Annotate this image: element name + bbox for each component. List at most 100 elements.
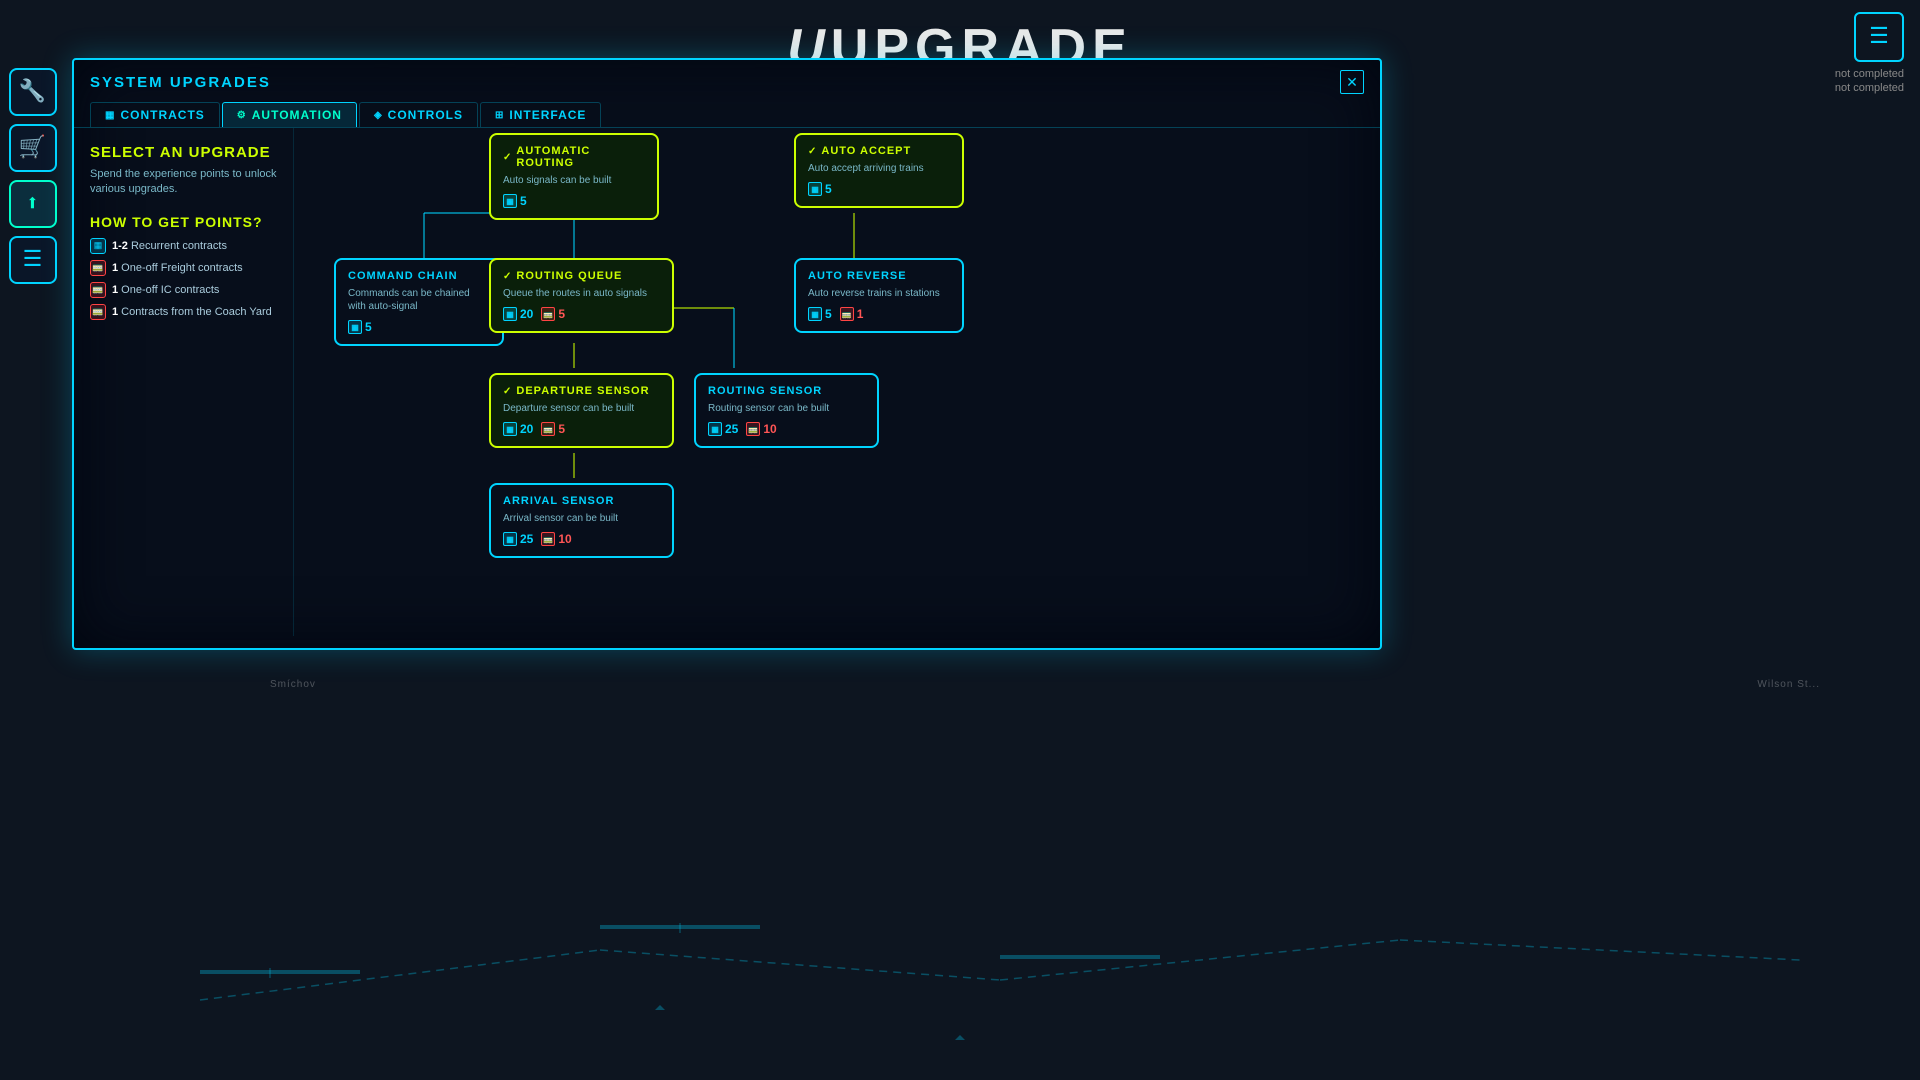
dialog-body: Select an Upgrade Spend the experience p…: [74, 128, 1380, 636]
cost-icon-aa: ▦: [808, 182, 822, 196]
cost-cyan-rq: ▦ 20: [503, 307, 533, 321]
cost-icon-ds1: ▦: [503, 422, 517, 436]
card-title-ar2: Auto Reverse: [808, 270, 950, 282]
cost-red-as: 🚃 10: [541, 532, 571, 546]
tab-interface-label: INTERFACE: [509, 108, 586, 122]
point-icon-red-1: 🚃: [90, 260, 106, 276]
card-auto-accept[interactable]: ✓ Auto Accept Auto accept arriving train…: [794, 133, 964, 208]
tab-controls[interactable]: ◈ CONTROLS: [359, 102, 478, 127]
cost-cyan-ar2: ▦ 5: [808, 307, 832, 321]
card-command-chain[interactable]: Command Chain Commands can be chained wi…: [334, 258, 504, 346]
point-text-2: 1 One-off Freight contracts: [112, 262, 243, 274]
cost-icon-rq1: ▦: [503, 307, 517, 321]
check-icon-aa: ✓: [808, 146, 817, 157]
dialog-close-button[interactable]: ✕: [1340, 70, 1364, 94]
upgrade-dialog: System Upgrades ✕ ▦ CONTRACTS ⚙ AUTOMATI…: [72, 58, 1382, 650]
cost-icon-rs1: ▦: [708, 422, 722, 436]
upgrade-tree-panel: ✓ Automatic Routing Auto signals can be …: [294, 128, 1380, 636]
cost-val-rs1: 25: [725, 422, 738, 436]
card-costs-as: ▦ 25 🚃 10: [503, 532, 660, 546]
card-costs-rq: ▦ 20 🚃 5: [503, 307, 660, 321]
tab-bar: ▦ CONTRACTS ⚙ AUTOMATION ◈ CONTROLS ⊞ IN…: [74, 94, 1380, 128]
tab-contracts[interactable]: ▦ CONTRACTS: [90, 102, 220, 127]
point-icon-red-2: 🚃: [90, 282, 106, 298]
cost-val-as1: 25: [520, 532, 533, 546]
cost-red-ar2: 🚃 1: [840, 307, 864, 321]
cost-red-rq: 🚃 5: [541, 307, 565, 321]
check-icon-ds: ✓: [503, 386, 512, 397]
dialog-title: System Upgrades: [90, 74, 271, 91]
tab-automation[interactable]: ⚙ AUTOMATION: [222, 102, 357, 127]
card-title-ds: ✓ Departure Sensor: [503, 385, 660, 397]
sidebar-btn-upgrade[interactable]: ⬆: [9, 180, 57, 228]
point-text-3: 1 One-off IC contracts: [112, 284, 219, 296]
cost-icon-rq2: 🚃: [541, 307, 555, 321]
card-costs-ds: ▦ 20 🚃 5: [503, 422, 660, 436]
cost-cyan-aa: ▦ 5: [808, 182, 832, 196]
card-automatic-routing[interactable]: ✓ Automatic Routing Auto signals can be …: [489, 133, 659, 220]
card-costs-cc: ▦ 5: [348, 320, 490, 334]
cost-red-rs: 🚃 10: [746, 422, 776, 436]
card-costs-aa: ▦ 5: [808, 182, 950, 196]
cost-val-as2: 10: [558, 532, 571, 546]
point-icon-red-3: 🚃: [90, 304, 106, 320]
interface-tab-icon: ⊞: [495, 110, 504, 121]
cost-val-ar: 5: [520, 194, 527, 208]
card-desc-aa: Auto accept arriving trains: [808, 162, 950, 175]
card-desc-cc: Commands can be chained with auto-signal: [348, 287, 490, 313]
dialog-header: System Upgrades ✕: [74, 60, 1380, 94]
contracts-tab-icon: ▦: [105, 110, 115, 121]
point-text-4: 1 Contracts from the Coach Yard: [112, 306, 272, 318]
card-desc-ds: Departure sensor can be built: [503, 402, 660, 415]
tab-automation-label: AUTOMATION: [252, 108, 342, 122]
point-icon-cyan: ▦: [90, 238, 106, 254]
cost-cyan-ds: ▦ 20: [503, 422, 533, 436]
cost-cyan-rs: ▦ 25: [708, 422, 738, 436]
cost-cyan-cc: ▦ 5: [348, 320, 372, 334]
automation-tab-icon: ⚙: [237, 110, 247, 121]
card-title-auto-accept: ✓ Auto Accept: [808, 145, 950, 157]
cost-icon-ar21: ▦: [808, 307, 822, 321]
cost-cyan-ar: ▦ 5: [503, 194, 527, 208]
status-labels: not completed not completed: [1835, 68, 1904, 94]
tab-controls-label: CONTROLS: [388, 108, 463, 122]
cost-val-ds1: 20: [520, 422, 533, 436]
check-icon-rq: ✓: [503, 271, 512, 282]
card-routing-sensor[interactable]: Routing Sensor Routing sensor can be bui…: [694, 373, 879, 448]
card-costs-ar: ▦ 5: [503, 194, 645, 208]
tab-contracts-label: CONTRACTS: [120, 108, 204, 122]
card-desc-rq: Queue the routes in auto signals: [503, 287, 660, 300]
sidebar: 🔧 🛒 ⬆ ☰: [0, 60, 65, 284]
sidebar-btn-list[interactable]: ☰: [9, 236, 57, 284]
cost-val-ar22: 1: [857, 307, 864, 321]
cost-icon-rs2: 🚃: [746, 422, 760, 436]
left-info-panel: Select an Upgrade Spend the experience p…: [74, 128, 294, 636]
point-text-1: 1-2 Recurrent contracts: [112, 240, 227, 252]
card-desc-ar: Auto signals can be built: [503, 174, 645, 187]
card-auto-reverse[interactable]: Auto Reverse Auto reverse trains in stat…: [794, 258, 964, 333]
cost-icon-as2: 🚃: [541, 532, 555, 546]
cost-val-rq2: 5: [558, 307, 565, 321]
card-title-automatic-routing: ✓ Automatic Routing: [503, 145, 645, 169]
point-item-4: 🚃 1 Contracts from the Coach Yard: [90, 304, 277, 320]
sidebar-btn-cart[interactable]: 🛒: [9, 124, 57, 172]
menu-icon[interactable]: ☰: [1854, 12, 1904, 62]
card-costs-ar2: ▦ 5 🚃 1: [808, 307, 950, 321]
card-desc-rs: Routing sensor can be built: [708, 402, 865, 415]
cost-red-ds: 🚃 5: [541, 422, 565, 436]
cost-icon-ar: ▦: [503, 194, 517, 208]
select-upgrade-desc: Spend the experience points to unlock va…: [90, 167, 277, 198]
card-desc-ar2: Auto reverse trains in stations: [808, 287, 950, 300]
cost-val-rs2: 10: [763, 422, 776, 436]
status-label-2: not completed: [1835, 82, 1904, 94]
select-upgrade-title: Select an Upgrade: [90, 144, 277, 161]
card-desc-as: Arrival sensor can be built: [503, 512, 660, 525]
sidebar-btn-wrench[interactable]: 🔧: [9, 68, 57, 116]
card-routing-queue[interactable]: ✓ Routing Queue Queue the routes in auto…: [489, 258, 674, 333]
card-departure-sensor[interactable]: ✓ Departure Sensor Departure sensor can …: [489, 373, 674, 448]
status-label-1: not completed: [1835, 68, 1904, 80]
check-icon-ar: ✓: [503, 152, 512, 163]
cost-val-ds2: 5: [558, 422, 565, 436]
card-arrival-sensor[interactable]: Arrival Sensor Arrival sensor can be bui…: [489, 483, 674, 558]
tab-interface[interactable]: ⊞ INTERFACE: [480, 102, 601, 127]
